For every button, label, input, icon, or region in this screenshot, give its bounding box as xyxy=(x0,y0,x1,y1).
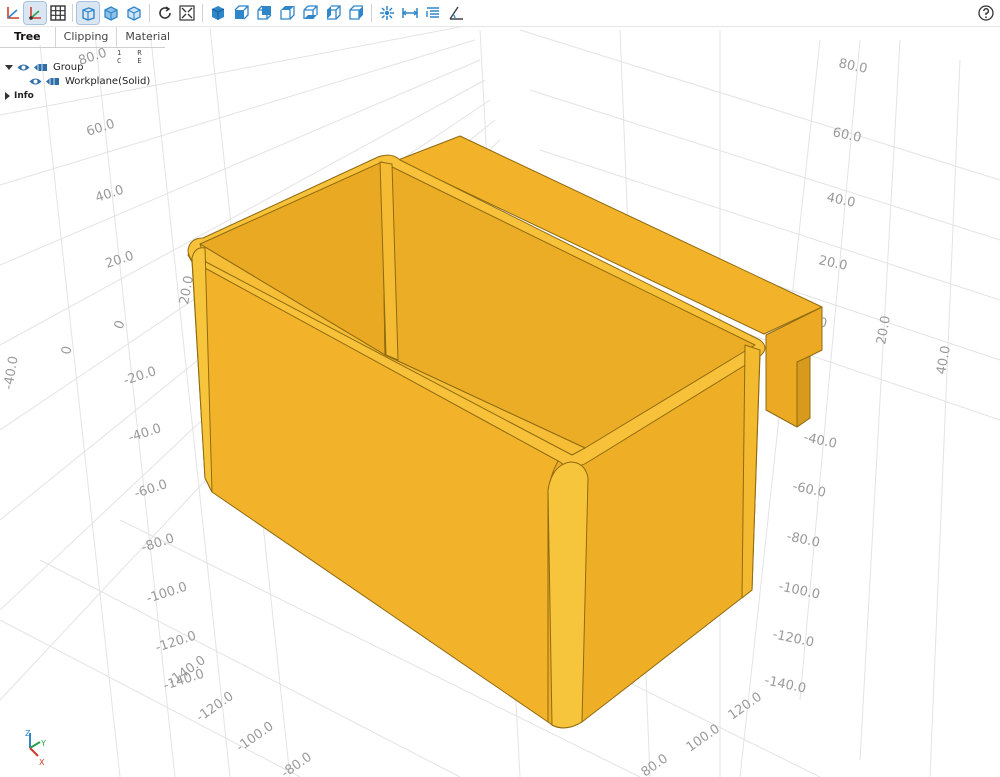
angle-measure-button[interactable] xyxy=(445,2,467,24)
orientation-z-label: Z xyxy=(25,729,31,738)
front-view-icon xyxy=(234,5,249,20)
distance-measure-icon xyxy=(401,8,419,18)
orientation-y-label: Y xyxy=(40,739,46,748)
left-x-tick-label: -100.0 xyxy=(145,580,190,607)
tab-clipping[interactable]: Clipping xyxy=(56,27,118,47)
left-x-tick-label: -80.0 xyxy=(140,531,177,556)
grid-toggle-icon xyxy=(50,5,66,21)
bracket-inner-face xyxy=(796,355,811,428)
help-icon xyxy=(978,5,994,21)
reset-view-button[interactable] xyxy=(154,2,176,24)
left-view-icon xyxy=(327,5,341,20)
toolbar-separator xyxy=(149,4,150,22)
tree-label-group: Group xyxy=(53,61,84,73)
axes-toggle-icon xyxy=(7,7,19,19)
tree-column-headers: 1 R C E xyxy=(117,49,148,65)
right-z-tick-label: 60.0 xyxy=(831,125,862,146)
right-z-tick-label: 80.0 xyxy=(837,56,868,77)
transparent-view-icon xyxy=(104,6,118,21)
bottom-view-icon xyxy=(303,5,318,19)
scene-canvas[interactable]: 60.0 40.0 20.0 0 -20.0 -40.0 -60.0 -80.0… xyxy=(0,26,1000,777)
corner-fillet-front xyxy=(547,461,589,729)
right-view-icon xyxy=(349,5,363,20)
axes-toggle-button[interactable] xyxy=(2,2,24,24)
tab-material[interactable]: Material xyxy=(117,27,178,47)
shape-visibility-icon[interactable] xyxy=(33,63,48,72)
eye-icon[interactable] xyxy=(17,63,30,72)
top-view-button[interactable] xyxy=(276,2,298,24)
explode-icon xyxy=(380,6,394,20)
toolbar xyxy=(0,0,1000,27)
bottom-view-button[interactable] xyxy=(299,2,321,24)
fit-view-icon xyxy=(179,5,195,21)
right-z-tick-label: -120.0 xyxy=(771,627,815,650)
left-x-tick-label: -120.0 xyxy=(154,629,199,656)
bottom-y-tick-label: 120.0 xyxy=(726,690,765,724)
distance-measure-button[interactable] xyxy=(399,2,421,24)
left-x-tick-label: -20.0 xyxy=(122,364,159,389)
black-edges-button[interactable] xyxy=(123,2,145,24)
right-y-tick-label: 40.0 xyxy=(934,345,954,376)
front-view-button[interactable] xyxy=(230,2,252,24)
left-y-tick-label: -40.0 xyxy=(1,355,22,391)
shape-visibility-icon[interactable] xyxy=(45,77,60,86)
bottom-y-tick-label: 100.0 xyxy=(684,722,723,756)
right-view-button[interactable] xyxy=(345,2,367,24)
eye-icon[interactable] xyxy=(29,77,42,86)
right-z-tick-label: -100.0 xyxy=(777,579,821,602)
top-view-icon xyxy=(280,6,295,20)
bottom-y-tick-label: 80.0 xyxy=(639,751,671,777)
bottom-x-tick-label: -120.0 xyxy=(194,689,237,725)
toolbar-separator xyxy=(202,4,203,22)
3d-viewport[interactable]: 60.0 40.0 20.0 0 -20.0 -40.0 -60.0 -80.0… xyxy=(0,26,1000,777)
left-view-button[interactable] xyxy=(322,2,344,24)
orientation-x-label: X xyxy=(39,758,45,767)
tree-row-info[interactable]: Info xyxy=(5,89,34,103)
bottom-x-tick-label: -100.0 xyxy=(234,719,277,755)
left-x-tick-label: -40.0 xyxy=(127,421,164,446)
expand-toggle-icon[interactable] xyxy=(5,92,10,100)
iso-view-icon xyxy=(211,6,225,20)
explode-button[interactable] xyxy=(376,2,398,24)
bottom-x-tick-label: -80.0 xyxy=(279,750,315,777)
axes-at-origin-icon xyxy=(29,7,41,20)
fit-view-button[interactable] xyxy=(176,2,198,24)
right-z-tick-label: 40.0 xyxy=(825,190,856,211)
right-z-tick-label: 20.0 xyxy=(817,253,848,274)
tree-panel: Tree Clipping Material 1 R C E Group Wor… xyxy=(0,27,170,107)
angle-measure-icon xyxy=(449,6,463,20)
rear-view-button[interactable] xyxy=(253,2,275,24)
expand-toggle-icon[interactable] xyxy=(5,64,13,70)
toolbar-separator xyxy=(72,4,73,22)
toolbar-separator xyxy=(371,4,372,22)
orientation-axes: Z Y X xyxy=(25,729,46,767)
grid-toggle-button[interactable] xyxy=(47,2,69,24)
right-z-tick-label: -40.0 xyxy=(802,430,838,452)
corner-fillet-right xyxy=(741,344,761,599)
tree-row-group[interactable]: Group xyxy=(5,60,83,74)
iso-view-button[interactable] xyxy=(207,2,229,24)
left-x-tick-label: 40.0 xyxy=(94,183,126,206)
perspective-view-button[interactable] xyxy=(76,1,100,25)
properties-button[interactable] xyxy=(422,2,444,24)
tree-row-workplane[interactable]: Workplane(Solid) xyxy=(29,74,150,88)
axes-at-origin-button[interactable] xyxy=(23,1,47,25)
workplane-solid[interactable] xyxy=(187,135,823,729)
rear-view-icon xyxy=(257,5,272,20)
properties-icon xyxy=(426,7,439,18)
transparent-view-button[interactable] xyxy=(100,2,122,24)
perspective-view-icon xyxy=(82,7,95,21)
right-z-tick-label: -140.0 xyxy=(763,673,807,696)
reset-view-icon xyxy=(159,6,171,19)
panel-tabs: Tree Clipping Material xyxy=(0,27,170,48)
left-x-tick-label: 60.0 xyxy=(85,117,117,140)
tree-label-workplane: Workplane(Solid) xyxy=(65,75,151,87)
tab-tree[interactable]: Tree xyxy=(0,27,56,47)
right-z-tick-label: -60.0 xyxy=(791,479,827,501)
tree-label-info: Info xyxy=(14,91,34,101)
black-edges-icon xyxy=(127,6,141,21)
right-z-tick-label: -80.0 xyxy=(785,529,821,551)
help-button[interactable] xyxy=(975,2,997,24)
